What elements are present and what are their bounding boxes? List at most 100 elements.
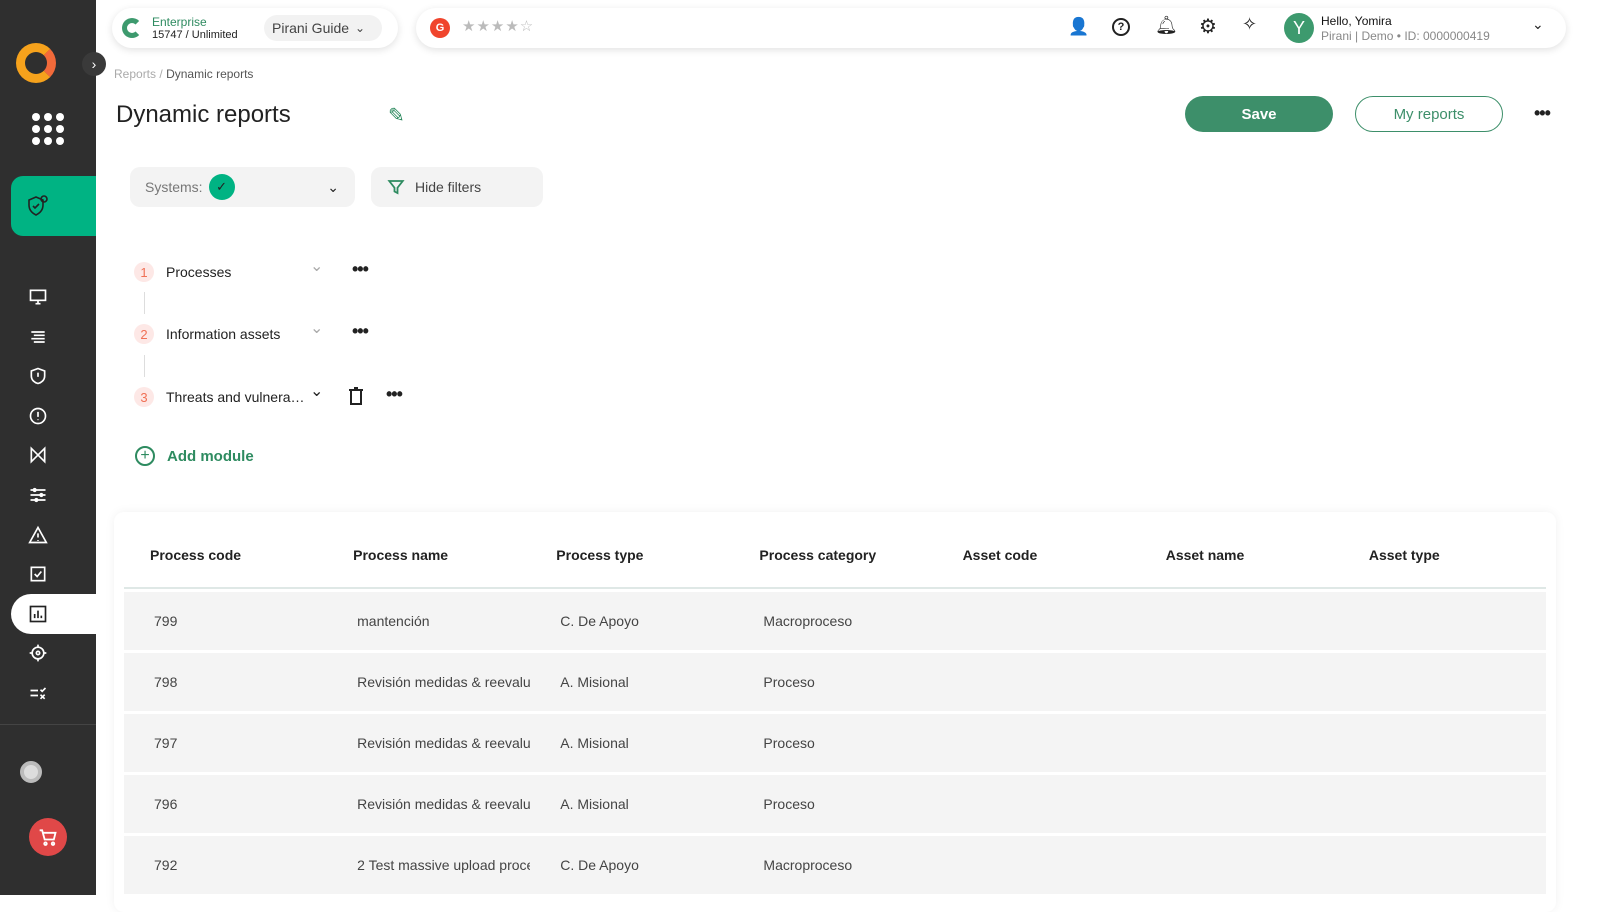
edit-title-icon[interactable]: ✎ xyxy=(388,103,405,128)
breadcrumb-current: Dynamic reports xyxy=(166,67,253,81)
column-header[interactable]: Asset code xyxy=(937,523,1140,589)
table-cell: C. De Apoyo xyxy=(530,592,733,650)
column-header[interactable]: Process category xyxy=(733,523,936,589)
sliders-icon[interactable] xyxy=(26,483,50,507)
chevron-down-icon[interactable]: ⌄ xyxy=(310,318,323,338)
save-button[interactable]: Save xyxy=(1185,96,1333,132)
settings-icon[interactable]: ⚙ xyxy=(1199,14,1217,39)
plan-panel: Enterprise 15747 / Unlimited Pirani Guid… xyxy=(112,8,398,48)
bell-icon[interactable]: 🔔︎ xyxy=(1155,15,1178,36)
delete-icon[interactable] xyxy=(348,387,364,405)
module-more-icon[interactable]: ••• xyxy=(352,259,368,280)
table-cell: 792 xyxy=(124,836,327,894)
table-row[interactable]: 796Revisión medidas & reevaluaciónA. Mis… xyxy=(124,775,1546,833)
table-cell: A. Misional xyxy=(530,775,733,833)
monitor-icon[interactable] xyxy=(26,285,50,309)
pirani-logo[interactable] xyxy=(16,43,56,83)
add-module-button[interactable]: + Add module xyxy=(135,446,254,466)
column-header[interactable]: Asset type xyxy=(1343,523,1546,589)
systems-shield-icon: ✓ xyxy=(209,174,235,200)
table-cell xyxy=(937,836,1140,894)
module-item[interactable]: 2 Information assets ⌄ ••• xyxy=(134,324,154,344)
systems-filter[interactable]: Systems: ✓ ⌄ xyxy=(130,167,355,207)
table-row[interactable]: 799mantenciónC. De ApoyoMacroproceso xyxy=(124,592,1546,650)
ai-sparkle-icon[interactable]: ✧ xyxy=(1242,14,1257,35)
module-item[interactable]: 3 Threats and vulnerab... ⌄ ••• xyxy=(134,387,154,407)
table-row[interactable]: 798Revisión medidas & reevaluaciónA. Mis… xyxy=(124,653,1546,711)
table-row[interactable]: 7922 Test massive upload processC. De Ap… xyxy=(124,836,1546,894)
sidebar-item-systems[interactable] xyxy=(11,176,96,236)
table-cell: A. Misional xyxy=(530,714,733,772)
module-more-icon[interactable]: ••• xyxy=(352,321,368,342)
breadcrumb-separator: / xyxy=(159,67,162,81)
chevron-down-icon[interactable]: ⌄ xyxy=(310,381,323,401)
column-header[interactable]: Process code xyxy=(124,523,327,589)
table-cell: 2 Test massive upload process xyxy=(327,836,530,894)
table-cell: Macroproceso xyxy=(733,592,936,650)
bowtie-icon[interactable] xyxy=(26,443,50,467)
avatar[interactable]: Y xyxy=(1284,13,1314,43)
guide-label: Pirani Guide xyxy=(272,20,349,36)
table-cell: Proceso xyxy=(733,775,936,833)
more-options-icon[interactable]: ••• xyxy=(1534,103,1550,124)
column-header[interactable]: Asset name xyxy=(1140,523,1343,589)
table-cell: Revisión medidas & reevaluación xyxy=(327,775,530,833)
sidebar-toggle[interactable]: › xyxy=(82,52,106,76)
module-label: Threats and vulnerab... xyxy=(166,389,308,405)
g2-logo[interactable]: G xyxy=(430,18,450,38)
shield-icon[interactable] xyxy=(26,364,50,388)
table-cell xyxy=(937,653,1140,711)
module-number: 1 xyxy=(134,262,154,282)
module-number: 3 xyxy=(134,387,154,407)
report-table-card: Process code Process name Process type P… xyxy=(114,512,1556,912)
checkbox-icon[interactable] xyxy=(26,562,50,586)
status-icon[interactable] xyxy=(20,761,42,783)
plan-name: Enterprise xyxy=(152,15,207,29)
breadcrumb-reports[interactable]: Reports xyxy=(114,67,156,81)
user-menu-chevron-icon[interactable]: ⌄ xyxy=(1532,16,1544,33)
table-cell xyxy=(1343,775,1546,833)
module-item[interactable]: 1 Processes ⌄ ••• xyxy=(134,262,154,282)
rating-stars[interactable]: ★★★★☆ xyxy=(462,17,534,35)
cart-button[interactable] xyxy=(29,818,67,856)
breadcrumb: Reports / Dynamic reports xyxy=(114,67,253,81)
table-cell: 799 xyxy=(124,592,327,650)
chevron-down-icon: ⌄ xyxy=(355,21,365,35)
user-greeting: Hello, Yomira xyxy=(1321,14,1392,28)
module-label: Processes xyxy=(166,264,306,280)
column-header[interactable]: Process name xyxy=(327,523,530,589)
alert-circle-icon[interactable] xyxy=(26,404,50,428)
table-cell xyxy=(1343,592,1546,650)
checklist-icon[interactable] xyxy=(26,681,50,705)
apps-grid-icon[interactable] xyxy=(32,113,64,145)
module-connector xyxy=(144,355,145,377)
my-reports-button[interactable]: My reports xyxy=(1355,96,1503,132)
table-cell: Proceso xyxy=(733,714,936,772)
column-header[interactable]: Process type xyxy=(530,523,733,589)
target-icon[interactable] xyxy=(26,641,50,665)
table-cell: A. Misional xyxy=(530,653,733,711)
module-more-icon[interactable]: ••• xyxy=(386,384,402,405)
hide-filters-button[interactable]: Hide filters xyxy=(371,167,543,207)
sidebar xyxy=(0,0,96,895)
sidebar-item-reports[interactable] xyxy=(11,594,96,634)
chevron-down-icon[interactable]: ⌄ xyxy=(310,256,323,276)
filter-icon xyxy=(387,178,405,196)
table-cell: Revisión medidas & reevaluación xyxy=(327,714,530,772)
table-cell: Macroproceso xyxy=(733,836,936,894)
warning-icon[interactable] xyxy=(26,523,50,547)
table-cell xyxy=(1343,836,1546,894)
guide-dropdown[interactable]: Pirani Guide ⌄ xyxy=(264,15,382,41)
table-cell: Proceso xyxy=(733,653,936,711)
table-cell: 797 xyxy=(124,714,327,772)
plan-usage: 15747 / Unlimited xyxy=(152,29,238,41)
table-cell: 798 xyxy=(124,653,327,711)
table-row[interactable]: 797Revisión medidas & reevaluaciónA. Mis… xyxy=(124,714,1546,772)
page-title: Dynamic reports xyxy=(116,101,291,129)
plus-circle-icon: + xyxy=(135,446,155,466)
add-user-icon[interactable]: 👤 xyxy=(1068,17,1089,37)
table-cell: 796 xyxy=(124,775,327,833)
table-cell xyxy=(1140,714,1343,772)
list-icon[interactable] xyxy=(26,325,50,349)
help-icon[interactable]: ? xyxy=(1112,18,1130,36)
